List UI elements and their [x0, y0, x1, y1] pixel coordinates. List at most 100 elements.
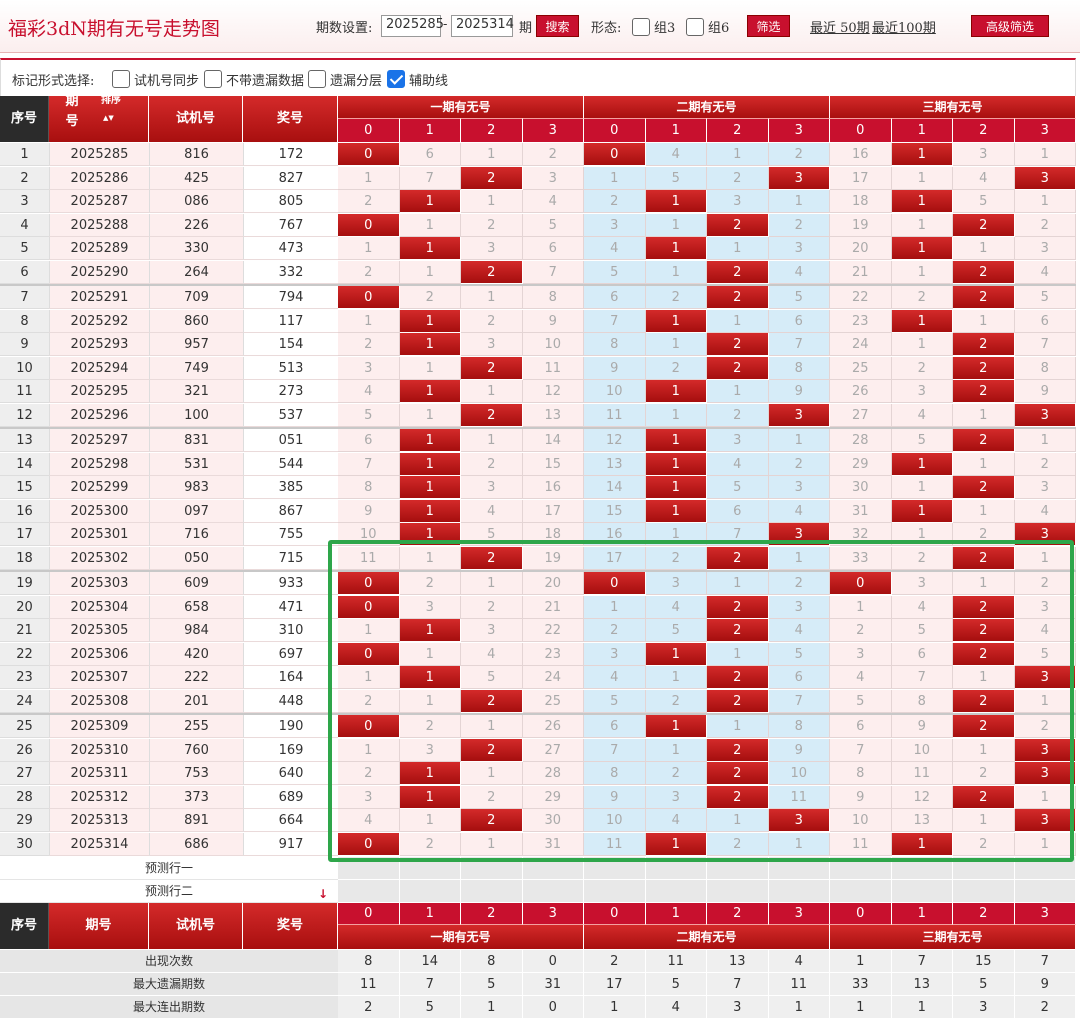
- prediction-cell[interactable]: [522, 879, 584, 903]
- miss-cell: 6: [584, 715, 646, 738]
- stats-value: 7: [891, 949, 953, 973]
- miss-cell: 3: [1014, 237, 1076, 260]
- hit-cell: 2: [707, 619, 769, 642]
- prediction-cell[interactable]: [953, 879, 1015, 903]
- hit-cell: 2: [953, 595, 1015, 619]
- miss-cell: 9: [522, 309, 584, 333]
- miss-cell: 19: [830, 213, 892, 237]
- hit-cell: 1: [399, 476, 461, 499]
- header-period-label: 期号: [65, 96, 79, 129]
- miss-cell: 1: [891, 213, 953, 237]
- stats-value: 5: [645, 972, 707, 996]
- row-trial: 749: [149, 356, 243, 380]
- header-period[interactable]: 期号 排序 ▲▼: [49, 96, 149, 142]
- miss-cell: 1: [338, 309, 400, 333]
- miss-cell: 4: [338, 380, 400, 403]
- row-winning: 664: [243, 809, 338, 832]
- prediction-cell[interactable]: [338, 856, 400, 880]
- prediction-row-label[interactable]: 预测行二: [0, 879, 338, 903]
- prediction-cell[interactable]: [1014, 879, 1076, 903]
- hit-cell: 2: [707, 595, 769, 619]
- miss-cell: 7: [707, 523, 769, 546]
- miss-cell: 18: [522, 523, 584, 546]
- miss-cell: 2: [461, 309, 523, 333]
- miss-cell: 6: [338, 429, 400, 452]
- miss-cell: 1: [1014, 546, 1076, 570]
- prediction-cell[interactable]: [645, 879, 707, 903]
- hit-cell: 2: [953, 689, 1015, 713]
- row-winning: 917: [243, 832, 338, 856]
- stats-value: 15: [953, 949, 1015, 973]
- row-period: 2025301: [49, 523, 149, 546]
- prediction-cell[interactable]: [461, 879, 523, 903]
- prediction-cell[interactable]: [707, 856, 769, 880]
- miss-cell: 1: [953, 666, 1015, 689]
- sort-arrows-icon[interactable]: ▲▼: [103, 108, 114, 128]
- hit-cell: 2: [953, 260, 1015, 284]
- hit-cell: 2: [707, 689, 769, 713]
- miss-cell: 27: [830, 403, 892, 427]
- hit-cell: 2: [953, 546, 1015, 570]
- miss-cell: 1: [953, 499, 1015, 523]
- prediction-cell[interactable]: [645, 856, 707, 880]
- footer-subcol: 1: [645, 902, 707, 925]
- prediction-cell[interactable]: [1014, 856, 1076, 880]
- row-winning: 310: [243, 619, 338, 642]
- miss-cell: 17: [522, 499, 584, 523]
- prediction-cell[interactable]: [707, 879, 769, 903]
- footer-subcol: 3: [768, 902, 830, 925]
- prediction-cell[interactable]: [584, 879, 646, 903]
- miss-cell: 10: [338, 523, 400, 546]
- prediction-cell[interactable]: [891, 879, 953, 903]
- miss-cell: 2: [584, 190, 646, 213]
- hit-cell: 2: [707, 546, 769, 570]
- row-index: 16: [0, 499, 49, 523]
- miss-cell: 15: [584, 499, 646, 523]
- miss-cell: 9: [584, 356, 646, 380]
- prediction-cell[interactable]: [768, 856, 830, 880]
- miss-cell: 1: [399, 213, 461, 237]
- header-subcol: 3: [1014, 118, 1076, 142]
- miss-cell: 4: [338, 809, 400, 832]
- prediction-cell[interactable]: [399, 856, 461, 880]
- row-index: 11: [0, 380, 49, 403]
- prediction-cell[interactable]: [953, 856, 1015, 880]
- header-subcol: 1: [891, 118, 953, 142]
- stats-value: 9: [1014, 972, 1076, 996]
- miss-cell: 8: [768, 715, 830, 738]
- miss-cell: 2: [707, 832, 769, 856]
- prediction-cell[interactable]: [338, 879, 400, 903]
- prediction-cell[interactable]: [461, 856, 523, 880]
- stats-value: 1: [830, 995, 892, 1019]
- miss-cell: 23: [830, 309, 892, 333]
- miss-cell: 2: [1014, 715, 1076, 738]
- prediction-cell[interactable]: [891, 856, 953, 880]
- miss-cell: 16: [522, 476, 584, 499]
- prediction-cell[interactable]: [830, 879, 892, 903]
- hit-cell: 0: [338, 642, 400, 666]
- miss-cell: 1: [1014, 190, 1076, 213]
- row-trial: 255: [149, 715, 243, 738]
- miss-cell: 1: [338, 666, 400, 689]
- stats-value: 2: [1014, 995, 1076, 1019]
- miss-cell: 2: [584, 619, 646, 642]
- miss-cell: 1: [768, 190, 830, 213]
- footer-subcol: 3: [1014, 902, 1076, 925]
- miss-cell: 3: [830, 642, 892, 666]
- prediction-cell[interactable]: [399, 879, 461, 903]
- miss-cell: 1: [461, 429, 523, 452]
- prediction-cell[interactable]: [522, 856, 584, 880]
- hit-cell: 1: [645, 452, 707, 476]
- miss-cell: 4: [830, 666, 892, 689]
- miss-cell: 5: [461, 666, 523, 689]
- miss-cell: 24: [522, 666, 584, 689]
- prediction-cell[interactable]: [830, 856, 892, 880]
- hit-cell: 1: [891, 143, 953, 166]
- prediction-cell[interactable]: [584, 856, 646, 880]
- stats-label: 最大连出期数: [0, 995, 338, 1019]
- miss-cell: 3: [707, 190, 769, 213]
- row-period: 2025290: [49, 260, 149, 284]
- prediction-cell[interactable]: [768, 879, 830, 903]
- miss-cell: 30: [522, 809, 584, 832]
- prediction-row-label[interactable]: 预测行一: [0, 856, 338, 880]
